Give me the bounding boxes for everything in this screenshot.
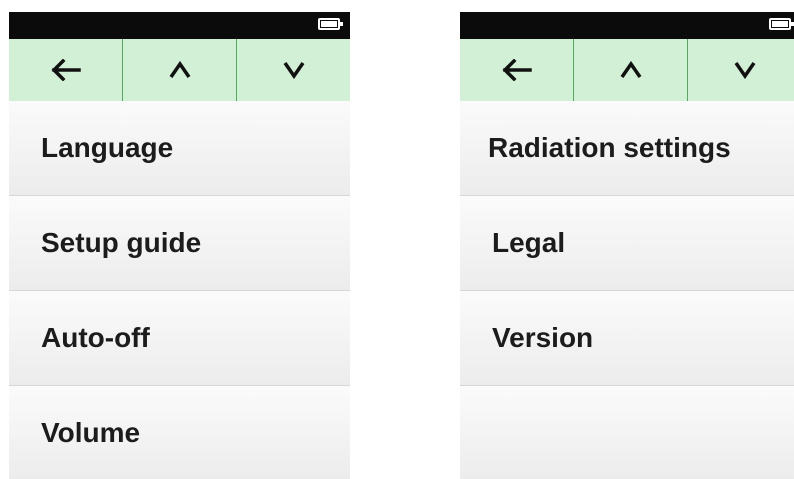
navigation-bar	[9, 39, 350, 101]
battery-level-fill	[321, 21, 337, 27]
chevron-up-icon	[620, 61, 641, 78]
menu-item-version[interactable]: Version	[460, 291, 794, 386]
status-bar	[9, 12, 350, 39]
back-button[interactable]	[9, 39, 123, 101]
scroll-down-button[interactable]	[237, 39, 350, 101]
menu-item-empty	[460, 386, 794, 479]
battery-level-fill	[772, 21, 788, 27]
menu-item-auto-off[interactable]: Auto-off	[9, 291, 350, 386]
menu-item-volume[interactable]: Volume	[9, 386, 350, 479]
menu-item-language[interactable]: Language	[9, 101, 350, 196]
device-screen-left: Language Setup guide Auto-off Volume	[9, 12, 350, 479]
scroll-down-button[interactable]	[688, 39, 794, 101]
chevron-down-icon	[283, 62, 304, 79]
settings-menu: Radiation settings Legal Version	[460, 101, 794, 479]
settings-menu: Language Setup guide Auto-off Volume	[9, 101, 350, 479]
chevron-down-icon	[734, 62, 755, 79]
menu-item-radiation-settings[interactable]: Radiation settings	[460, 101, 794, 196]
arrow-left-icon	[502, 59, 532, 81]
scroll-up-button[interactable]	[574, 39, 688, 101]
back-button[interactable]	[460, 39, 574, 101]
device-screen-right: Radiation settings Legal Version	[460, 12, 794, 479]
status-bar	[460, 12, 794, 39]
chevron-up-icon	[169, 61, 190, 78]
battery-icon	[318, 18, 343, 30]
battery-icon	[769, 18, 794, 30]
arrow-left-icon	[51, 59, 81, 81]
menu-item-legal[interactable]: Legal	[460, 196, 794, 291]
scroll-up-button[interactable]	[123, 39, 237, 101]
menu-item-setup-guide[interactable]: Setup guide	[9, 196, 350, 291]
navigation-bar	[460, 39, 794, 101]
